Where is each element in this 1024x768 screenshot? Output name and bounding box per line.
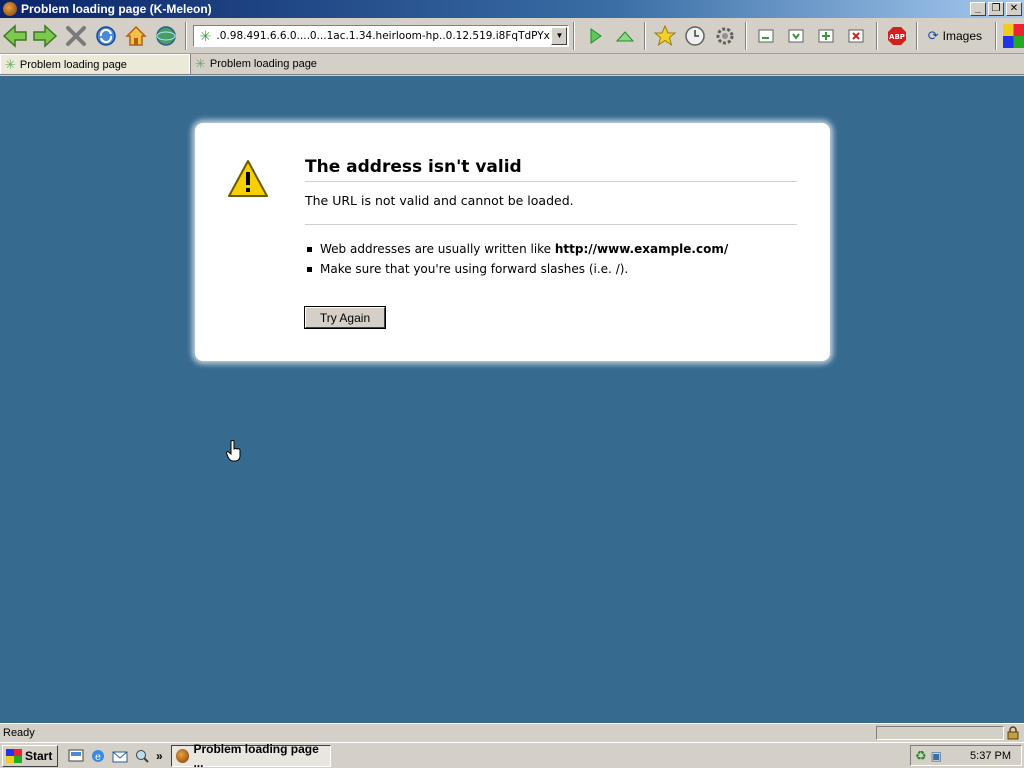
tab-label: Problem loading page [209,58,317,70]
svg-text:e: e [95,752,101,763]
title-bar: Problem loading page (K-Meleon) _ ❐ ✕ [0,0,1024,18]
close-tab-icon[interactable] [843,22,869,50]
show-desktop-icon[interactable] [68,748,84,764]
clock[interactable]: 5:37 PM [970,750,1011,762]
url-text[interactable]: .0.98.491.6.6.0....0...1ac.1.34.heirloom… [216,30,551,42]
url-dropdown-button[interactable]: ▼ [551,26,568,45]
try-again-button[interactable]: Try Again [304,306,386,329]
error-page-container: The address isn't valid The URL is not v… [195,123,830,361]
suggestion-text: Make sure that you're using forward slas… [320,262,629,276]
bullet-icon [307,266,312,272]
throbber-logo-icon [1003,23,1024,48]
quick-launch-chevron[interactable]: » [156,749,163,763]
window-down-icon[interactable] [783,22,809,50]
toolbar-separator [573,21,576,50]
taskbar: Start e » Problem loading page ... ♻ ▣ 5… [0,742,1024,768]
svg-text:ABP: ABP [889,33,905,41]
adblock-icon[interactable]: ABP [884,22,910,50]
windows-flag-icon [6,748,22,763]
toolbar-separator [643,21,646,50]
toolbar-separator [995,21,998,50]
toolbar-separator [744,21,747,50]
new-tab-icon[interactable] [813,22,839,50]
error-description: The URL is not valid and cannot be loade… [305,193,574,208]
stop-icon[interactable] [62,22,88,50]
tray-network-icon[interactable]: ▣ [931,749,942,763]
navigation-toolbar: ✳ .0.98.491.6.6.0....0...1ac.1.34.heirlo… [0,18,1024,54]
list-item: Web addresses are usually written like h… [307,239,728,259]
window-restore-icon[interactable] [753,22,779,50]
tab-label: Problem loading page [19,58,127,71]
loading-spinner-icon: ✳ [199,27,212,44]
loading-spinner-icon: ✳ [5,56,16,72]
toolbar-separator [185,21,188,50]
quick-launch: e » [68,748,163,764]
suggestion-text: Web addresses are usually written like [320,242,552,256]
images-label: Images [942,28,983,43]
history-clock-icon[interactable] [682,22,708,50]
outlook-express-icon[interactable] [112,748,128,764]
settings-gear-icon[interactable] [712,22,738,50]
hand-cursor-icon [225,440,242,462]
restore-button[interactable]: ❐ [988,2,1004,16]
bookmark-star-icon[interactable] [652,22,678,50]
taskbar-item-kmeleon[interactable]: Problem loading page ... [170,741,331,768]
task-label: Problem loading page ... [193,741,319,768]
error-title: The address isn't valid [305,157,797,182]
images-button[interactable]: ⟳ Images [928,28,992,44]
start-button[interactable]: Start [2,744,58,767]
tab-problem-loading-1[interactable]: ✳ Problem loading page [0,54,190,74]
status-bar: Ready [0,723,1024,741]
home-icon[interactable] [123,22,149,50]
security-lock-icon[interactable] [1006,725,1022,740]
url-bar[interactable]: ✳ .0.98.491.6.6.0....0...1ac.1.34.heirlo… [193,24,570,47]
error-suggestions-list: Web addresses are usually written like h… [307,239,728,279]
system-tray: ♻ ▣ 5:37 PM [910,745,1022,766]
images-icon: ⟳ [927,27,939,43]
toolbar-separator [915,21,918,50]
search-icon[interactable] [134,748,150,764]
tab-problem-loading-2[interactable]: ✳ Problem loading page [190,54,380,74]
up-icon[interactable] [612,22,638,50]
example-url: http://www.example.com/ [554,242,729,256]
warning-triangle-icon [227,159,269,199]
back-icon[interactable] [2,22,28,50]
globe-icon[interactable] [153,22,179,50]
kmeleon-app-icon[interactable] [3,2,17,16]
close-button[interactable]: ✕ [1006,2,1022,16]
window-title: Problem loading page (K-Meleon) [21,2,212,16]
status-progress-pane [876,725,1004,740]
internet-explorer-icon[interactable]: e [90,748,106,764]
tray-app-icon[interactable]: ♻ [915,748,927,764]
status-text: Ready [3,726,35,739]
go-icon[interactable] [581,22,607,50]
tab-bar: ✳ Problem loading page ✳ Problem loading… [0,54,1024,75]
start-label: Start [25,748,53,763]
minimize-button[interactable]: _ [970,2,986,16]
toolbar-separator [875,21,878,50]
forward-icon[interactable] [32,22,58,50]
loading-spinner-icon: ✳ [195,56,206,71]
bullet-icon [307,246,312,252]
list-item: Make sure that you're using forward slas… [307,259,728,279]
kmeleon-task-icon [175,748,190,763]
page-content: The address isn't valid The URL is not v… [0,76,1024,723]
error-divider [305,224,797,225]
reload-icon[interactable] [93,22,119,50]
